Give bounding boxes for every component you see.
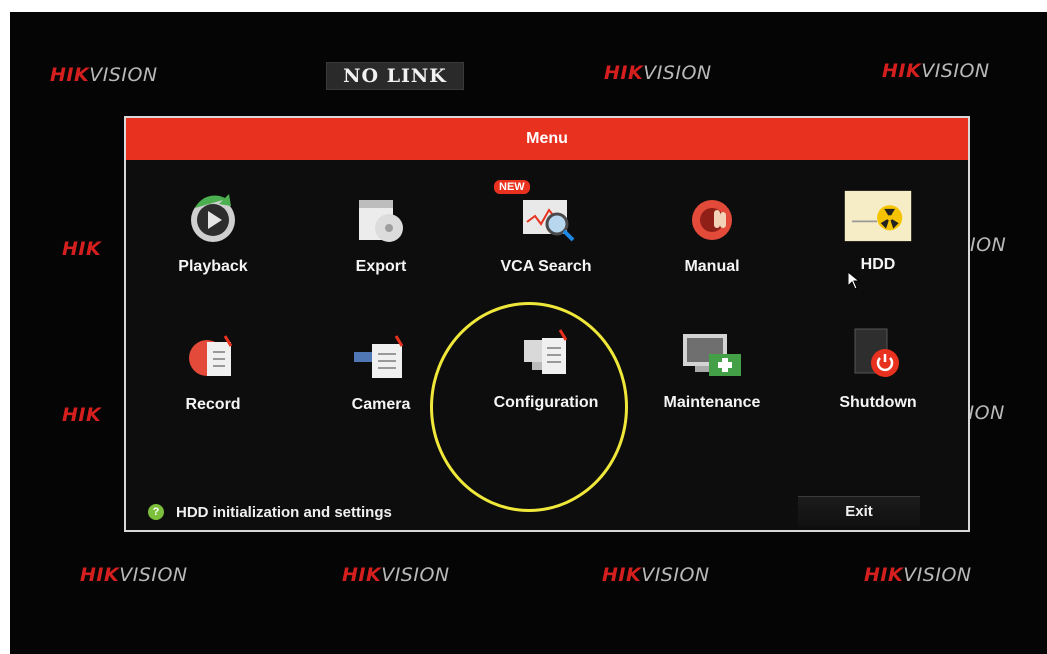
exit-button[interactable]: Exit <box>798 496 920 527</box>
record-icon <box>178 324 248 388</box>
menu-item-playback[interactable]: Playback <box>138 186 288 306</box>
menu-item-manual[interactable]: Manual <box>637 186 787 306</box>
menu-item-maintenance[interactable]: Maintenance <box>637 322 787 442</box>
hint-bar: ? HDD initialization and settings <box>148 502 392 522</box>
vca-search-icon <box>511 186 581 250</box>
watermark-logo: HIK <box>62 404 102 426</box>
export-icon <box>346 186 416 250</box>
maintenance-icon <box>677 322 747 386</box>
help-icon: ? <box>148 504 164 520</box>
watermark-logo: HIKVISION <box>602 564 710 586</box>
camera-icon <box>346 324 416 388</box>
menu-item-export[interactable]: Export <box>306 186 456 306</box>
playback-icon <box>178 186 248 250</box>
hdd-icon <box>843 184 913 248</box>
manual-icon <box>677 186 747 250</box>
menu-item-record[interactable]: Record <box>138 324 288 444</box>
watermark-logo: ION <box>970 234 1007 256</box>
watermark-logo: HIK <box>62 238 102 260</box>
watermark-logo: HIKVISION <box>882 60 990 82</box>
watermark-logo: HIKVISION <box>342 564 450 586</box>
mouse-cursor-icon <box>848 272 860 290</box>
shutdown-icon <box>843 322 913 386</box>
hint-text: HDD initialization and settings <box>176 503 392 521</box>
watermark-logo: HIKVISION <box>604 62 712 84</box>
watermark-logo: HIKVISION <box>864 564 972 586</box>
menu-item-shutdown[interactable]: Shutdown <box>803 322 953 442</box>
menu-title: Menu <box>126 118 968 160</box>
no-link-status: NO LINK <box>326 62 464 90</box>
watermark-logo: HIKVISION <box>50 64 158 86</box>
dvr-screen: HIKVISION HIKVISION HIKVISION HIK ION HI… <box>10 12 1047 654</box>
highlight-circle <box>430 302 628 512</box>
watermark-logo: HIKVISION <box>80 564 188 586</box>
menu-item-hdd[interactable]: HDD <box>803 184 953 304</box>
menu-item-vca-search[interactable]: VCA Search <box>471 186 621 306</box>
new-badge: NEW <box>494 180 530 194</box>
